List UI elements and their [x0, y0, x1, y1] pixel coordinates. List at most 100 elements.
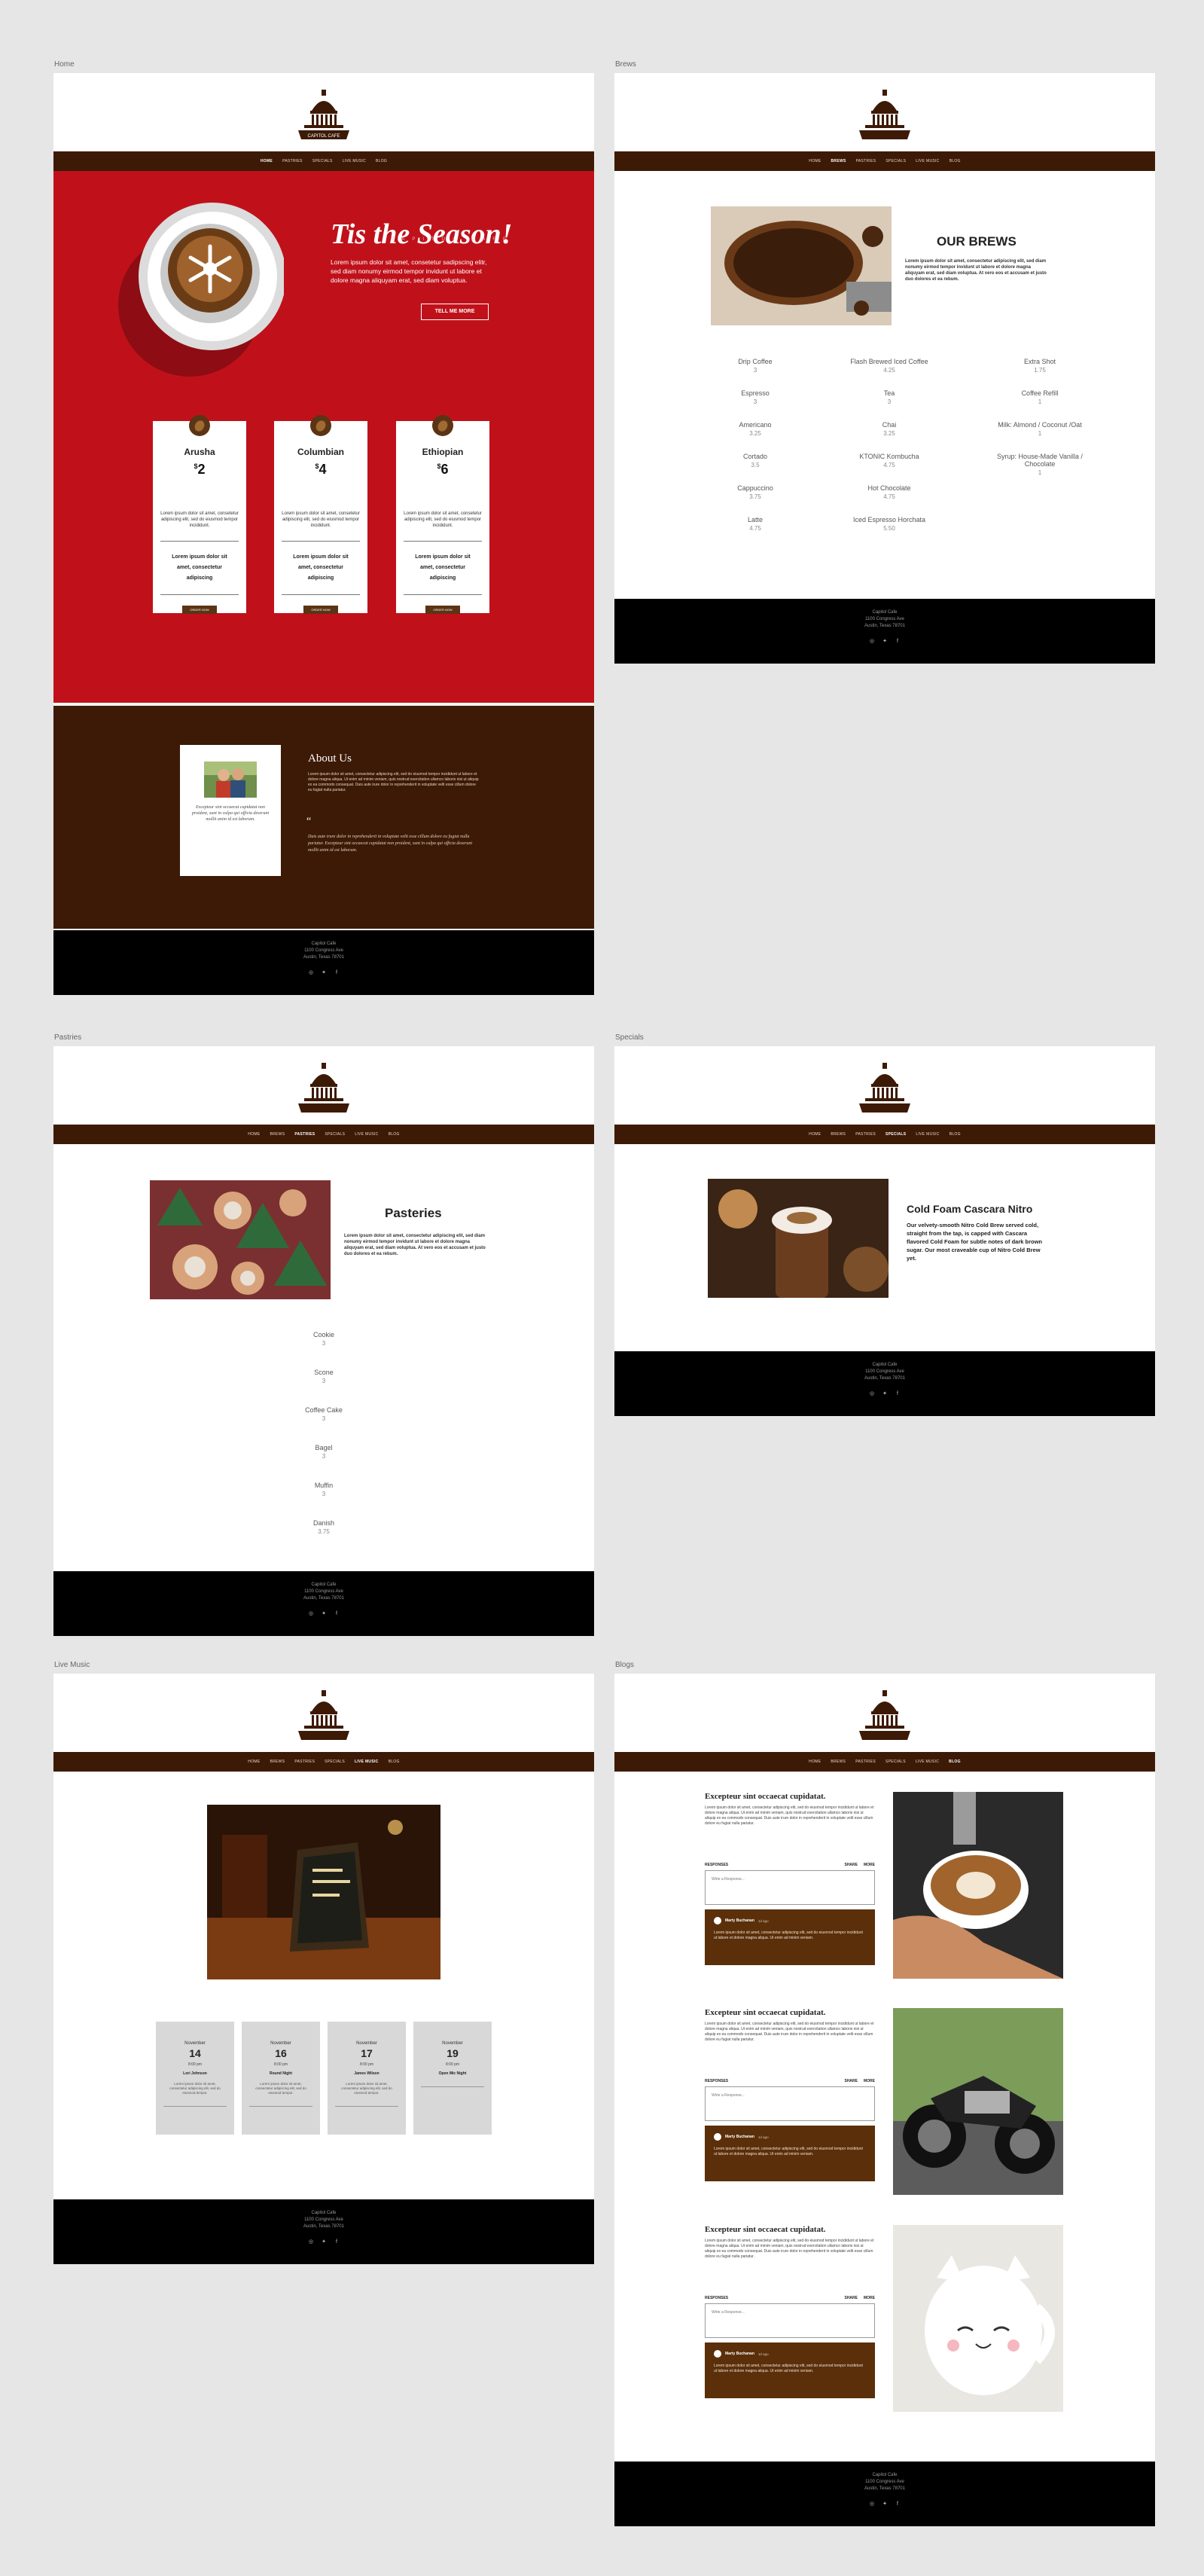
more-link[interactable]: MORE	[864, 2296, 875, 2300]
commenter-avatar	[714, 1917, 721, 1924]
nav-home[interactable]: HOME	[809, 1760, 821, 1764]
nav-brews[interactable]: BREWS	[831, 1760, 846, 1764]
order-button[interactable]: ORDER NOW	[425, 606, 460, 614]
nav-blog[interactable]: BLOG	[949, 159, 961, 163]
response-input[interactable]: Write a Response...	[705, 1870, 875, 1905]
tell-me-more-button[interactable]: TELL ME MORE	[421, 304, 489, 320]
nav-pastries[interactable]: PASTRIES	[294, 1760, 315, 1764]
nav-live-music[interactable]: LIVE MUSIC	[916, 1132, 939, 1137]
instagram-icon[interactable]: ◎	[309, 1611, 314, 1616]
order-button[interactable]: ORDER NOW	[303, 606, 338, 614]
order-button[interactable]: ORDER NOW	[182, 606, 217, 614]
nav-live-music[interactable]: LIVE MUSIC	[916, 1760, 939, 1764]
nav-brews[interactable]: BREWS	[831, 159, 846, 163]
blog-title: Excepteur sint occaecat cupidatat.	[705, 1792, 826, 1801]
nav-live-music[interactable]: LIVE MUSIC	[355, 1132, 378, 1137]
capitol-logo-icon[interactable]	[297, 1689, 351, 1741]
nav-pastries[interactable]: PASTRIES	[282, 159, 303, 163]
facebook-icon[interactable]: f	[895, 639, 901, 644]
nav-pastries[interactable]: PASTRIES	[294, 1132, 315, 1137]
nav-live-music[interactable]: LIVE MUSIC	[355, 1760, 379, 1764]
share-link[interactable]: SHARE	[844, 2296, 858, 2300]
more-link[interactable]: MORE	[864, 2079, 875, 2083]
nav-live-music[interactable]: LIVE MUSIC	[916, 159, 939, 163]
nav-specials[interactable]: SPECIALS	[325, 1760, 345, 1764]
commenter-avatar	[714, 2133, 721, 2141]
event-month: November	[184, 2041, 206, 2046]
instagram-icon[interactable]: ◎	[870, 639, 875, 644]
nav-brews[interactable]: BREWS	[270, 1132, 285, 1137]
nav-home[interactable]: HOME	[261, 159, 273, 163]
nav-specials[interactable]: SPECIALS	[885, 1132, 906, 1137]
capitol-logo-icon[interactable]: CAPITOL CAFE	[297, 88, 351, 141]
twitter-icon[interactable]: ✦	[882, 2501, 888, 2507]
facebook-icon[interactable]: f	[895, 2501, 901, 2507]
facebook-icon[interactable]: f	[334, 1611, 340, 1616]
footer: Capitol Cafe 1100 Congress Ave Austin, T…	[53, 930, 594, 995]
share-link[interactable]: SHARE	[844, 1863, 858, 1867]
menu-item: KTONIC Kombucha 4.75	[840, 453, 938, 469]
capitol-logo-icon[interactable]	[858, 88, 912, 141]
comment-box: Marty Buchanan 1d ago Lorem ipsum dolor si…	[705, 1909, 875, 1965]
instagram-icon[interactable]: ◎	[870, 1391, 875, 1396]
facebook-icon[interactable]: f	[334, 970, 340, 975]
nav-blog[interactable]: BLOG	[376, 159, 387, 163]
facebook-icon[interactable]: f	[895, 1391, 901, 1396]
twitter-icon[interactable]: ✦	[322, 2239, 327, 2245]
capitol-logo-icon[interactable]	[858, 1689, 912, 1741]
comment-header: Marty Buchanan 1d ago	[714, 2350, 866, 2358]
nav-blog[interactable]: BLOG	[389, 1132, 400, 1137]
event-divider	[335, 2106, 398, 2107]
commenter-name: Marty Buchanan	[725, 2352, 754, 2356]
facebook-icon[interactable]: f	[334, 2239, 340, 2245]
artboard-label-specials: Specials	[615, 1033, 644, 1042]
twitter-icon[interactable]: ✦	[882, 1391, 888, 1396]
twitter-icon[interactable]: ✦	[882, 639, 888, 644]
card-price: $6	[437, 462, 449, 477]
event-time: 8:00 pm	[445, 2062, 460, 2067]
card-bold: Lorem ipsum dolor sit amet, consectetur …	[293, 554, 349, 581]
twitter-icon[interactable]: ✦	[322, 970, 327, 975]
nav-blog[interactable]: BLOG	[949, 1760, 961, 1764]
nav-specials[interactable]: SPECIALS	[325, 1132, 345, 1137]
menu-item: Tea 3	[840, 389, 938, 405]
instagram-icon[interactable]: ◎	[309, 970, 314, 975]
nav-pastries[interactable]: PASTRIES	[856, 159, 876, 163]
nav-home[interactable]: HOME	[809, 159, 821, 163]
nav-home[interactable]: HOME	[248, 1760, 260, 1764]
nav-blog[interactable]: BLOG	[389, 1760, 400, 1764]
nav-brews[interactable]: BREWS	[270, 1760, 285, 1764]
nav-specials[interactable]: SPECIALS	[885, 159, 906, 163]
blog-post: Excepteur sint occaecat cupidatat. Lorem …	[705, 1792, 875, 1965]
menu-item: Drip Coffee 3	[706, 358, 804, 374]
share-more: SHARE MORE	[844, 1863, 875, 1867]
nav-home[interactable]: HOME	[248, 1132, 260, 1137]
capitol-logo-icon[interactable]	[297, 1061, 351, 1114]
coffee-bean-icon	[189, 415, 210, 436]
menu-item-name: Chai	[882, 421, 897, 429]
commenter-name: Marty Buchanan	[725, 2135, 754, 2139]
nav-pastries[interactable]: PASTRIES	[855, 1132, 876, 1137]
coffee-bean-icon	[310, 415, 331, 436]
nav-specials[interactable]: SPECIALS	[312, 159, 333, 163]
more-link[interactable]: MORE	[864, 1863, 875, 1867]
share-link[interactable]: SHARE	[844, 2079, 858, 2083]
nav-specials[interactable]: SPECIALS	[885, 1760, 906, 1764]
nav-brews[interactable]: BREWS	[831, 1132, 846, 1137]
instagram-icon[interactable]: ◎	[870, 2501, 875, 2507]
capitol-logo-icon[interactable]	[858, 1061, 912, 1114]
menu-item-price: 3	[322, 1453, 326, 1460]
blog-body: Lorem ipsum dolor sit amet, consectetur …	[705, 2239, 874, 2259]
twitter-icon[interactable]: ✦	[322, 1611, 327, 1616]
nav-blog[interactable]: BLOG	[949, 1132, 961, 1137]
nav-live-music[interactable]: LIVE MUSIC	[343, 159, 366, 163]
instagram-icon[interactable]: ◎	[309, 2239, 314, 2245]
event-month: November	[356, 2041, 377, 2046]
nav-pastries[interactable]: PASTRIES	[855, 1760, 876, 1764]
nav-home[interactable]: HOME	[809, 1132, 821, 1137]
nitro-drink-photo-icon	[708, 1179, 889, 1298]
response-input[interactable]: Write a Response...	[705, 2086, 875, 2121]
pastries-body: Lorem ipsum dolor sit amet, consectetur …	[344, 1234, 486, 1256]
response-input[interactable]: Write a Response...	[705, 2303, 875, 2338]
about-section: Excepteur sint occaecat cupidatat non pr…	[53, 706, 594, 929]
